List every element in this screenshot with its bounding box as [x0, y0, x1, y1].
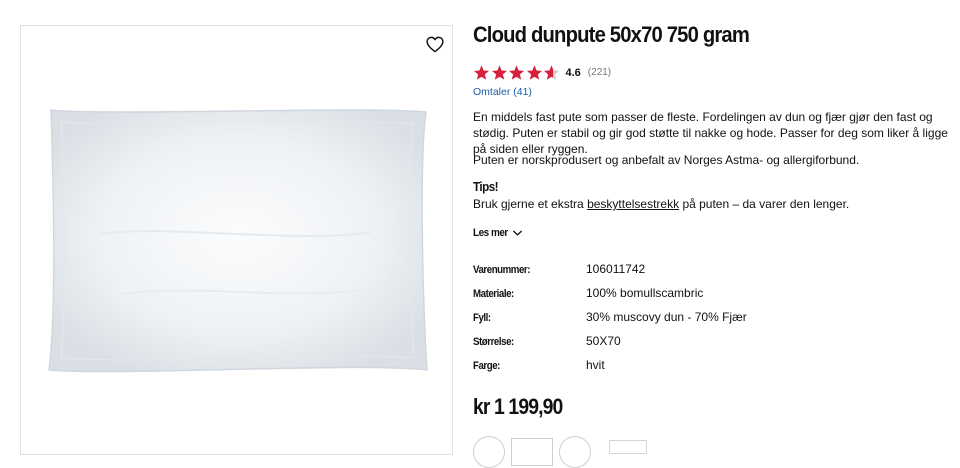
product-price: kr 1 199,90 — [473, 394, 563, 419]
spec-value: 30% muscovy dun - 70% Fjær — [586, 310, 747, 324]
read-more-button[interactable]: Les mer — [473, 227, 523, 239]
star-icon — [491, 65, 507, 80]
quantity-increase-button[interactable] — [559, 436, 591, 468]
product-image-panel — [20, 25, 453, 455]
product-recommendation: Puten er norskprodusert og anbefalt av N… — [473, 153, 860, 167]
protective-cover-link[interactable]: beskyttelsestrekk — [587, 197, 679, 211]
spec-row-item-number: Varenummer: 106011742 — [473, 262, 953, 282]
spec-row-material: Materiale: 100% bomullscambric — [473, 286, 953, 306]
tips-text-end: på puten – da varer den lenger. — [679, 197, 850, 211]
spec-value: 100% bomullscambric — [586, 286, 704, 300]
star-icon — [543, 65, 560, 80]
star-icon — [526, 65, 542, 80]
spec-value: 106011742 — [586, 262, 646, 276]
heart-outline-icon — [426, 36, 444, 52]
rating-row[interactable]: 4.6 (221) — [473, 64, 611, 81]
chevron-down-icon — [512, 230, 522, 236]
spec-label: Farge: — [473, 360, 500, 372]
product-image[interactable] — [41, 104, 431, 384]
rating-value: 4.6 — [565, 66, 581, 79]
spec-label: Fyll: — [473, 312, 491, 324]
tips-text: Bruk gjerne et ekstra beskyttelsestrekk … — [473, 196, 849, 212]
star-icon — [473, 65, 490, 80]
spec-value: 50X70 — [586, 334, 621, 348]
spec-label: Materiale: — [473, 288, 514, 300]
spec-row-filling: Fyll: 30% muscovy dun - 70% Fjær — [473, 310, 953, 330]
rating-count: (221) — [587, 67, 612, 78]
quantity-decrease-button[interactable] — [473, 436, 505, 468]
tips-text-start: Bruk gjerne et ekstra — [473, 197, 588, 211]
quantity-input[interactable] — [511, 438, 553, 466]
star-icon — [508, 65, 525, 80]
spec-label: Størrelse: — [473, 336, 514, 348]
spec-row-color: Farge: hvit — [473, 358, 953, 378]
spec-row-size: Størrelse: 50X70 — [473, 334, 953, 354]
spec-label: Varenummer: — [473, 264, 531, 276]
quantity-unit-select[interactable] — [609, 440, 647, 454]
pillow-image — [48, 109, 428, 373]
star-rating — [473, 64, 561, 81]
favorite-button[interactable] — [424, 33, 446, 55]
product-title: Cloud dunpute 50x70 750 gram — [473, 22, 750, 47]
spec-value: hvit — [586, 358, 605, 372]
reviews-link[interactable]: Omtaler (41) — [473, 86, 532, 98]
tips-heading: Tips! — [473, 179, 499, 194]
read-more-label: Les mer — [473, 227, 508, 239]
product-description: En middels fast pute som passer de flest… — [473, 110, 948, 156]
